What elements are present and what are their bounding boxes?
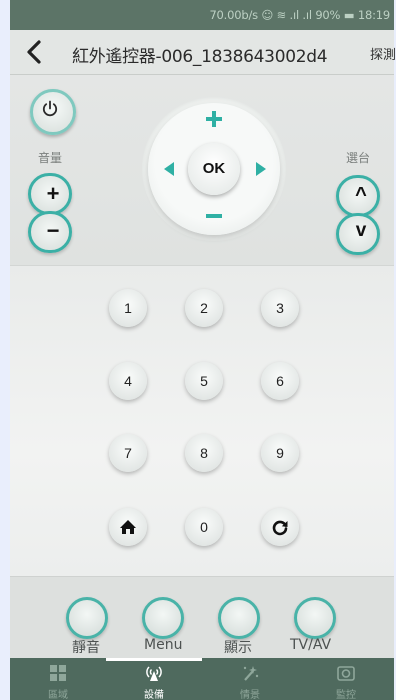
- dpad-up-button[interactable]: [204, 109, 224, 133]
- title-bar: 紅外遙控器-006_1838643002d4 探測: [10, 30, 396, 75]
- channel-up-symbol: ^: [355, 184, 367, 206]
- camera-icon: [337, 666, 355, 681]
- status-bar: 70.00b/s ☺ ≋ .ıl .ıl 90% ▬ 18:19: [10, 0, 394, 30]
- back-chevron-icon: [27, 40, 41, 64]
- nav-item-area[interactable]: 區域: [10, 658, 106, 700]
- volume-down-button[interactable]: −: [28, 211, 72, 253]
- number-keypad: 1 2 3 4 5 6 7 8 9 0: [10, 265, 394, 576]
- power-button[interactable]: [30, 89, 76, 135]
- mute-label: 靜音: [72, 640, 100, 656]
- app-frame: 70.00b/s ☺ ≋ .ıl .ıl 90% ▬ 18:19 紅外遙控器-0…: [0, 0, 396, 700]
- right-triangle-icon: [256, 162, 266, 176]
- ok-button[interactable]: OK: [188, 143, 240, 195]
- home-button[interactable]: [109, 508, 147, 546]
- channel-up-button[interactable]: ^: [336, 175, 380, 217]
- dpad-down-button[interactable]: [204, 207, 224, 225]
- dpad: OK: [148, 103, 280, 235]
- nav-label-devices: 設備: [144, 690, 164, 700]
- display-label: 顯示: [224, 640, 252, 656]
- key-5[interactable]: 5: [185, 362, 223, 400]
- tvav-label: TV/AV: [290, 637, 332, 653]
- channel-down-button[interactable]: v: [336, 213, 380, 255]
- channel-label: 選台: [346, 151, 371, 165]
- status-text: 70.00b/s ☺ ≋ .ıl .ıl 90% ▬ 18:19: [209, 8, 390, 22]
- menu-button[interactable]: [142, 597, 184, 639]
- key-1[interactable]: 1: [109, 289, 147, 327]
- plus-icon: [206, 111, 222, 127]
- function-row: 靜音 Menu 顯示 TV/AV: [10, 576, 394, 659]
- volume-up-button[interactable]: +: [28, 173, 72, 215]
- key-2[interactable]: 2: [185, 289, 223, 327]
- volume-up-symbol: +: [46, 181, 60, 206]
- menu-label: Menu: [144, 637, 183, 653]
- display-button[interactable]: [218, 597, 260, 639]
- detect-button[interactable]: 探測: [370, 44, 396, 63]
- key-8[interactable]: 8: [185, 434, 223, 472]
- key-3[interactable]: 3: [261, 289, 299, 327]
- volume-label: 音量: [38, 151, 63, 165]
- key-6[interactable]: 6: [261, 362, 299, 400]
- channel-rocker: ^ v: [336, 175, 380, 259]
- antenna-icon: [146, 666, 162, 681]
- key-7[interactable]: 7: [109, 434, 147, 472]
- remote-upper-area: 音量 選台 + − ^ v OK: [10, 75, 394, 265]
- channel-down-symbol: v: [355, 220, 367, 241]
- key-0[interactable]: 0: [185, 508, 223, 546]
- refresh-button[interactable]: [261, 508, 299, 546]
- minus-icon: [206, 214, 222, 218]
- key-9[interactable]: 9: [261, 434, 299, 472]
- home-icon: [120, 520, 136, 534]
- tvav-button[interactable]: [294, 597, 336, 639]
- back-button[interactable]: [22, 39, 48, 65]
- mute-button[interactable]: [66, 597, 108, 639]
- nav-label-area: 區域: [48, 690, 68, 700]
- grid-icon: [50, 665, 66, 681]
- nav-item-monitor[interactable]: 監控: [298, 658, 394, 700]
- magic-wand-icon: [243, 666, 259, 681]
- nav-label-monitor: 監控: [336, 690, 356, 700]
- refresh-icon: [272, 520, 288, 536]
- nav-item-scenes[interactable]: 情景: [202, 658, 298, 700]
- left-triangle-icon: [164, 162, 174, 176]
- nav-label-scenes: 情景: [240, 690, 260, 700]
- page-title: 紅外遙控器-006_1838643002d4: [72, 47, 328, 67]
- dpad-left-button[interactable]: [160, 159, 180, 179]
- dpad-right-button[interactable]: [250, 159, 270, 179]
- volume-down-symbol: −: [46, 218, 60, 243]
- power-icon: [42, 100, 58, 117]
- key-4[interactable]: 4: [109, 362, 147, 400]
- volume-rocker: + −: [28, 173, 72, 257]
- bottom-nav: 區域 設備 情景 監控: [10, 658, 394, 700]
- nav-item-devices[interactable]: 設備: [106, 658, 202, 700]
